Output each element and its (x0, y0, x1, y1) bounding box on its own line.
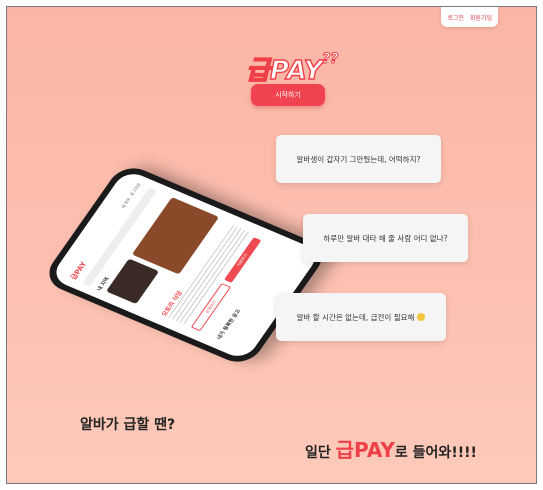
chat-bubble: 알바 할 시간은 없는데, 급전이 필요해 (276, 293, 446, 341)
chat-bubble-text: 알바생이 갑자기 그만뒀는데, 어떡하지? (296, 154, 421, 164)
brand-logo: 급PAY ?? (245, 51, 338, 87)
chat-bubble-text: 알바 할 시간은 없는데, 급전이 필요해 (296, 312, 415, 322)
screen-nav-item: 로그아웃 (128, 182, 142, 197)
logo-sparkle: ?? (322, 51, 338, 67)
tagline-question: 알바가 급할 땐? (80, 417, 176, 433)
chat-bubble: 하루만 알바 대타 해 줄 사람 어디 없나? (303, 214, 468, 262)
screen-nav-item: 내 정보 (119, 196, 132, 209)
chat-bubble-text: 하루만 알바 대타 해 줄 사람 어디 없나? (323, 233, 448, 243)
smile-emoji-icon (417, 313, 426, 321)
auth-links: 로그인 회원가입 (441, 7, 498, 27)
screen-sub-title: 내가 등록한 공고 (216, 308, 243, 341)
food-image (106, 258, 160, 305)
logo-text: 급PAY (246, 56, 326, 86)
landing-page: 로그인 회원가입 급PAY ?? 시작하기 급PAY 내 정보 로그아웃 내 지… (6, 6, 537, 484)
tagline-suffix: 로 들어와!!!! (394, 445, 477, 461)
tagline-prefix: 일단 (305, 445, 336, 461)
signup-link[interactable]: 회원가입 (470, 13, 492, 22)
chat-bubble: 알바생이 갑자기 그만뒀는데, 어떡하지? (276, 135, 441, 183)
login-link[interactable]: 로그인 (447, 13, 464, 22)
tagline-brand: 급PAY (335, 438, 395, 462)
start-button[interactable]: 시작하기 (251, 84, 325, 106)
tagline-answer: 일단 급PAY로 들어와!!!! (305, 434, 477, 463)
